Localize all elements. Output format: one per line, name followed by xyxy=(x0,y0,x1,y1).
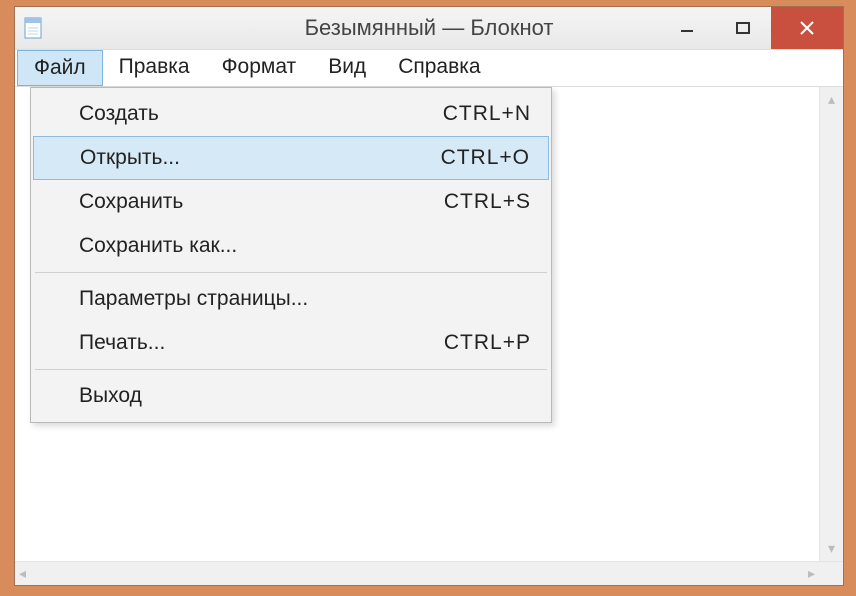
window-controls xyxy=(659,7,843,49)
menu-0[interactable]: Файл xyxy=(17,50,103,86)
menu-item[interactable]: Открыть... CTRL+O xyxy=(33,136,549,180)
scroll-up-icon[interactable]: ▴ xyxy=(828,91,835,108)
file-menu-dropdown: Создать CTRL+N Открыть... CTRL+O Сохранить CT… xyxy=(30,87,552,423)
menu-item-label: Параметры страницы... xyxy=(79,287,308,311)
menu-item-label: Выход xyxy=(79,384,142,408)
menu-item[interactable]: Создать CTRL+N xyxy=(33,92,549,136)
menu-item-shortcut: CTRL+N xyxy=(443,102,531,126)
menu-4[interactable]: Справка xyxy=(382,50,496,86)
scroll-down-icon[interactable]: ▾ xyxy=(828,540,835,557)
menu-item[interactable]: Печать... CTRL+P xyxy=(33,321,549,365)
menu-separator xyxy=(35,272,547,273)
horizontal-scrollbar[interactable]: ◂ ▸ xyxy=(15,561,843,585)
scroll-right-icon[interactable]: ▸ xyxy=(808,565,815,582)
menu-3[interactable]: Вид xyxy=(312,50,382,86)
menu-item-label: Создать xyxy=(79,102,159,126)
menu-item-shortcut: CTRL+S xyxy=(444,190,531,214)
menu-item-shortcut: CTRL+O xyxy=(441,146,530,170)
menu-2[interactable]: Формат xyxy=(206,50,313,86)
close-button[interactable] xyxy=(771,7,843,49)
minimize-button[interactable] xyxy=(659,7,715,49)
titlebar[interactable]: Безымянный — Блокнот xyxy=(15,7,843,49)
menu-item[interactable]: Параметры страницы... xyxy=(33,277,549,321)
notepad-icon xyxy=(21,16,45,40)
menu-1[interactable]: Правка xyxy=(103,50,206,86)
menu-item[interactable]: Выход xyxy=(33,374,549,418)
menu-item[interactable]: Сохранить CTRL+S xyxy=(33,180,549,224)
menu-item-shortcut: CTRL+P xyxy=(444,331,531,355)
scroll-left-icon[interactable]: ◂ xyxy=(19,565,26,582)
maximize-button[interactable] xyxy=(715,7,771,49)
menu-item-label: Сохранить как... xyxy=(79,234,237,258)
menu-separator xyxy=(35,369,547,370)
menubar: ФайлПравкаФорматВидСправка xyxy=(15,49,843,87)
menu-item-label: Печать... xyxy=(79,331,165,355)
menu-item-label: Открыть... xyxy=(80,146,180,170)
menu-item[interactable]: Сохранить как... xyxy=(33,224,549,268)
notepad-window: Безымянный — Блокнот ФайлПравкаФорматВид… xyxy=(14,6,844,586)
vertical-scrollbar[interactable]: ▴ ▾ xyxy=(819,87,843,561)
menu-item-label: Сохранить xyxy=(79,190,183,214)
